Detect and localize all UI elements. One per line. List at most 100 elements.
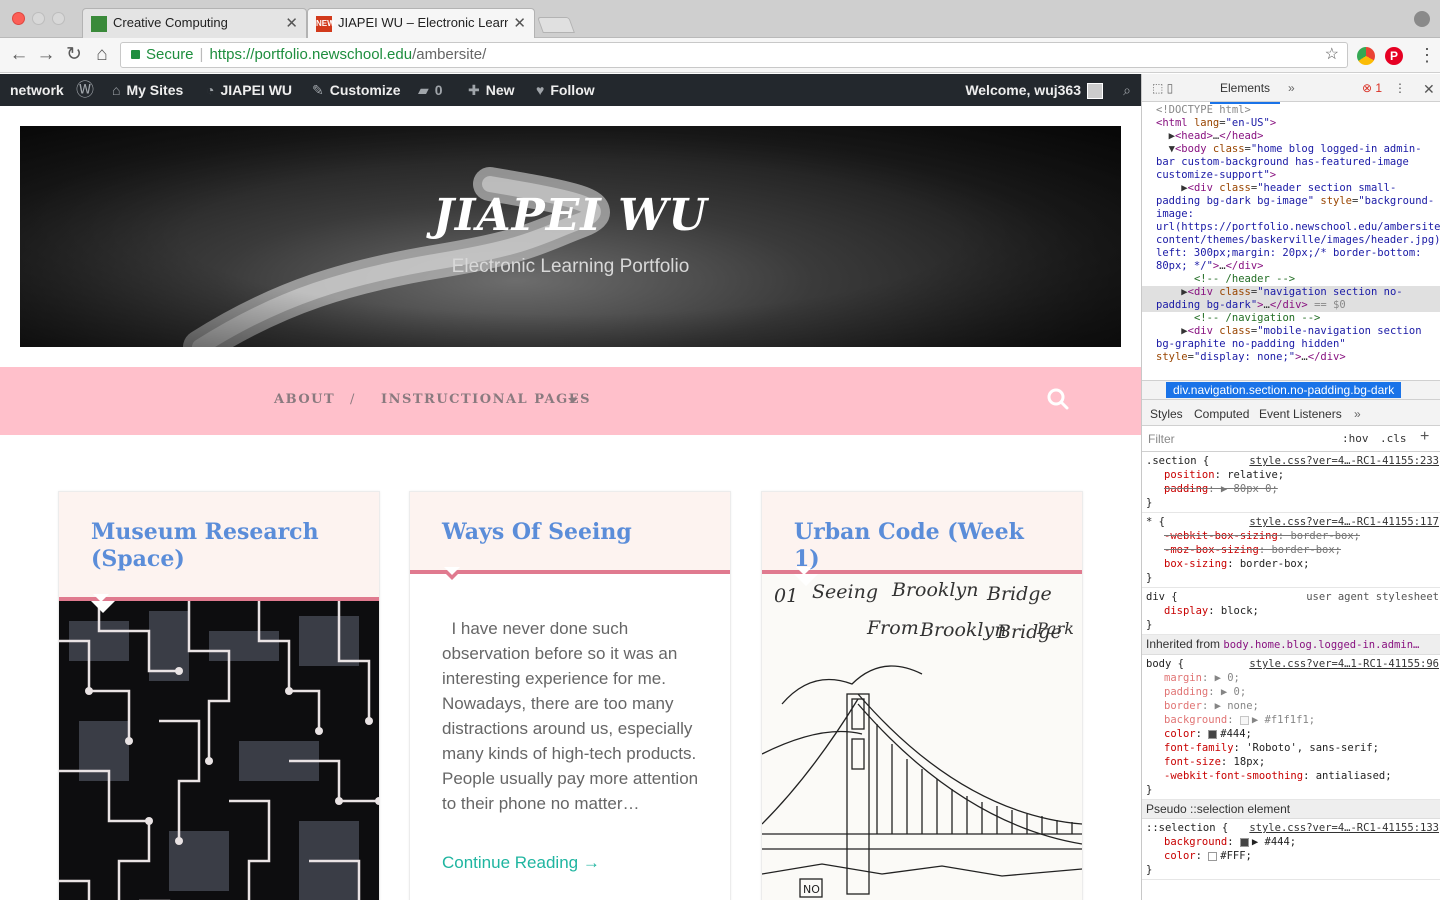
home-icon[interactable]: ⌂: [91, 44, 113, 66]
web-page: network Ⓦ ⌂ My Sites ◔ JIAPEI WU ✎ Customiz…: [0, 74, 1141, 900]
browser-menu-icon[interactable]: ⋮: [1418, 44, 1436, 66]
tab-title: JIAPEI WU – Electronic Learnin: [338, 15, 508, 30]
my-sites-icon: ⌂: [112, 82, 121, 98]
breadcrumb: div.navigation.section.no-padding.bg-dar…: [1142, 380, 1440, 400]
new-tab-button[interactable]: [537, 17, 575, 33]
dom-node-line[interactable]: <!DOCTYPE html>: [1142, 104, 1440, 117]
tab-computed[interactable]: Computed: [1194, 407, 1249, 421]
search-icon[interactable]: ⌕: [1123, 74, 1131, 106]
url-host: https://portfolio.newschool.edu: [209, 46, 413, 63]
tab-event-listeners[interactable]: Event Listeners: [1259, 407, 1342, 421]
site-title[interactable]: JIAPEI WU: [20, 190, 1121, 241]
sketch-text: NO: [803, 883, 820, 896]
dom-tree: <!DOCTYPE html> <html lang="en-US"> ▶<hea…: [1142, 104, 1440, 380]
browser-toolbar: ← → ↻ ⌂ Secure | https://portfolio.newscho…: [0, 38, 1440, 73]
post-title[interactable]: Urban Code (Week 1): [794, 519, 1050, 573]
dom-node-line[interactable]: <html lang="en-US">: [1142, 117, 1440, 130]
cls-toggle[interactable]: .cls: [1380, 432, 1407, 445]
dom-node-line[interactable]: <!-- /navigation -->: [1142, 312, 1440, 325]
chevron-down-icon[interactable]: [568, 398, 578, 403]
bookmark-star-icon[interactable]: ☆: [1325, 43, 1339, 67]
hov-toggle[interactable]: :hov: [1342, 432, 1369, 445]
error-count-badge[interactable]: ⊗ 1: [1362, 81, 1382, 95]
add-rule-icon[interactable]: +: [1420, 428, 1429, 446]
nav-separator: /: [350, 392, 356, 407]
nav-item-instructional-pages[interactable]: INSTRUCTIONAL PAGES: [381, 392, 591, 407]
post-card-header: Museum Research (Space): [59, 492, 379, 607]
pinterest-icon[interactable]: P: [1385, 47, 1403, 65]
admin-network-link[interactable]: network: [10, 74, 64, 106]
card-notch: [442, 567, 462, 580]
close-icon[interactable]: ✕: [1423, 81, 1435, 98]
admin-site-name[interactable]: ◔ JIAPEI WU: [206, 74, 292, 106]
devtools-panel: ⬚ ▯ Elements » ⊗ 1 ⋮ ✕ <!DOCTYPE html> <h…: [1141, 74, 1440, 900]
wordpress-logo-icon[interactable]: Ⓦ: [76, 74, 100, 106]
wp-admin-bar: network Ⓦ ⌂ My Sites ◔ JIAPEI WU ✎ Customiz…: [0, 74, 1141, 106]
tab-creative-computing[interactable]: Creative Computing ✕: [82, 8, 307, 38]
tab-styles[interactable]: Styles: [1150, 407, 1183, 421]
post-card: Ways Of Seeing I have never done such ob…: [409, 491, 731, 900]
close-tab-icon[interactable]: ✕: [513, 14, 526, 32]
profile-icon[interactable]: [1414, 11, 1430, 27]
search-icon[interactable]: [1047, 388, 1069, 410]
post-card: Urban Code (Week 1) 01 Seeing Brooklyn B…: [761, 491, 1083, 900]
plus-icon: ✚: [468, 82, 480, 98]
sketch-text: Brooklyn: [891, 579, 978, 601]
heart-icon: ♥: [536, 82, 545, 98]
sketch-text: 01: [774, 585, 798, 607]
nav-item-about[interactable]: ABOUT: [274, 392, 335, 407]
css-rule[interactable]: * {style.css?ver=4…-RC1-41155:117 -webkit…: [1142, 513, 1440, 588]
close-tab-icon[interactable]: ✕: [285, 14, 298, 32]
more-tabs-icon[interactable]: »: [1354, 407, 1361, 421]
post-card-header: Urban Code (Week 1): [762, 492, 1082, 580]
admin-my-sites[interactable]: ⌂ My Sites: [112, 74, 183, 106]
styles-pane: .section {style.css?ver=4…-RC1-41155:233…: [1142, 452, 1440, 900]
css-rule[interactable]: div {user agent stylesheet display: block…: [1142, 588, 1440, 635]
continue-reading-link[interactable]: Continue Reading →: [442, 853, 600, 873]
admin-new[interactable]: ✚ New: [468, 74, 515, 106]
zoom-window-button[interactable]: [52, 12, 65, 25]
dom-node-line[interactable]: ▼<body class="home blog logged-in admin-…: [1142, 143, 1440, 182]
reload-icon[interactable]: ↻: [63, 44, 85, 66]
post-card: Museum Research (Space): [58, 491, 380, 900]
post-title[interactable]: Ways Of Seeing: [442, 519, 698, 546]
devtools-toolbar: ⬚ ▯ Elements » ⊗ 1 ⋮ ✕: [1142, 74, 1440, 104]
tab-jiapei-wu[interactable]: NEW JIAPEI WU – Electronic Learnin ✕: [307, 8, 535, 38]
post-title[interactable]: Museum Research (Space): [91, 519, 347, 573]
avatar: [1087, 83, 1103, 100]
favicon-icon: NEW: [316, 16, 335, 32]
extension-chrome-icon[interactable]: [1357, 47, 1375, 65]
admin-customize[interactable]: ✎ Customize: [312, 74, 401, 106]
close-window-button[interactable]: [12, 12, 25, 25]
sketch-text: Seeing: [812, 581, 878, 603]
admin-welcome[interactable]: Welcome, wuj363: [965, 74, 1103, 106]
styles-filter-bar: Filter :hov .cls +: [1142, 426, 1440, 452]
address-bar[interactable]: Secure | https://portfolio.newschool.edu/a…: [120, 42, 1348, 68]
dom-node-line[interactable]: ▶<div class="navigation section no-paddi…: [1142, 286, 1440, 312]
browser-tab-bar: Creative Computing ✕ NEW JIAPEI WU – Ele…: [0, 0, 1440, 38]
back-arrow-icon[interactable]: ←: [8, 44, 30, 66]
secure-label: Secure: [146, 46, 194, 63]
more-tabs-icon[interactable]: »: [1288, 81, 1295, 95]
breadcrumb-item[interactable]: div.navigation.section.no-padding.bg-dar…: [1166, 382, 1402, 398]
dom-node-line[interactable]: <!-- /header -->: [1142, 273, 1440, 286]
dom-node-line[interactable]: ▶<div class="mobile-navigation section b…: [1142, 325, 1440, 364]
main-navigation: ABOUT / INSTRUCTIONAL PAGES: [0, 367, 1141, 435]
inspect-element-icon[interactable]: ⬚ ▯: [1152, 81, 1173, 95]
admin-comments[interactable]: ▰ 0: [418, 74, 443, 106]
forward-arrow-icon[interactable]: →: [35, 44, 57, 66]
post-featured-image[interactable]: [59, 601, 379, 900]
styles-subtabs: Styles Computed Event Listeners »: [1142, 400, 1440, 426]
post-featured-image[interactable]: 01 Seeing Brooklyn Bridge From Brooklyn …: [762, 574, 1082, 900]
dom-node-line[interactable]: ▶<div class="header section small-paddin…: [1142, 182, 1440, 273]
devtools-menu-icon[interactable]: ⋮: [1394, 81, 1406, 95]
tab-elements[interactable]: Elements: [1209, 81, 1281, 104]
comment-icon: ▰: [418, 82, 429, 98]
filter-input[interactable]: Filter: [1148, 432, 1175, 446]
dom-node-line[interactable]: ▶<head>…</head>: [1142, 130, 1440, 143]
css-rule[interactable]: body {style.css?ver=4…1-RC1-41155:96 marg…: [1142, 655, 1440, 800]
css-rule[interactable]: ::selection {style.css?ver=4…-RC1-41155:…: [1142, 819, 1440, 880]
minimize-window-button[interactable]: [32, 12, 45, 25]
css-rule[interactable]: .section {style.css?ver=4…-RC1-41155:233…: [1142, 452, 1440, 513]
admin-follow[interactable]: ♥ Follow: [536, 74, 595, 106]
